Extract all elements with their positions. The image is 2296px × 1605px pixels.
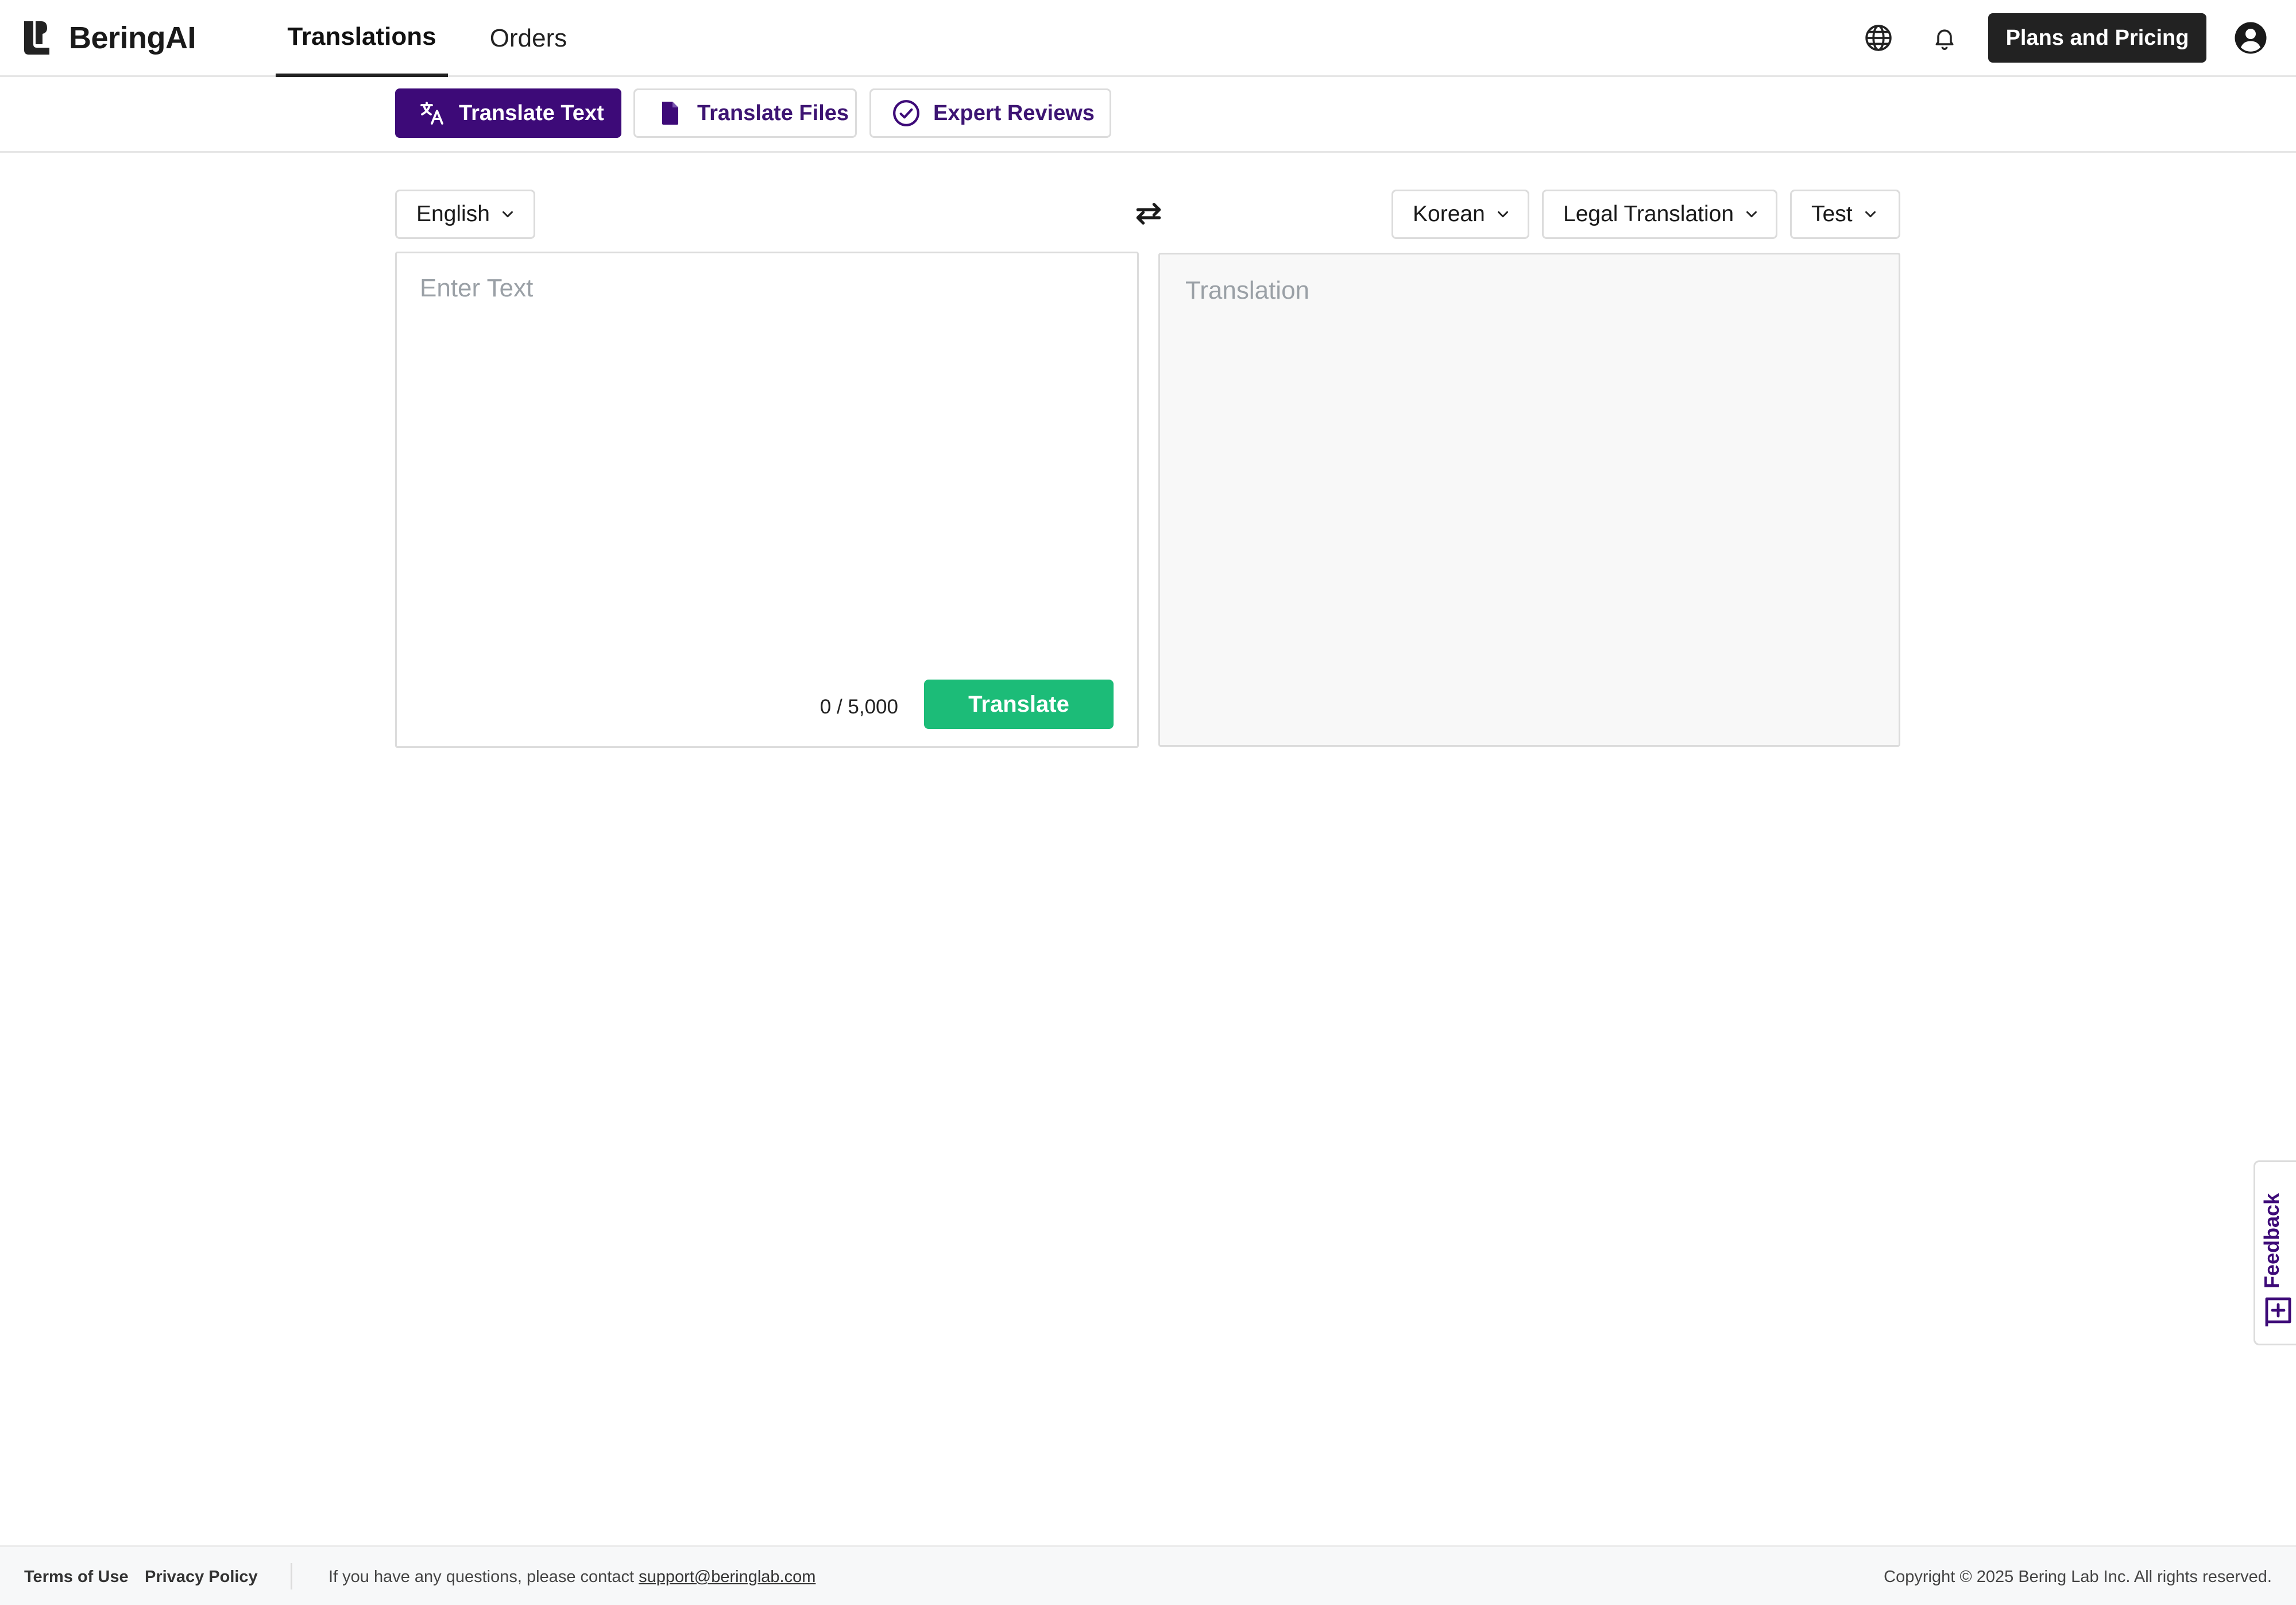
tab-translate-files-label: Translate Files: [697, 101, 849, 125]
tab-translate-text[interactable]: Translate Text: [395, 88, 621, 138]
source-text-panel: 0 / 5,000 Translate: [395, 252, 1139, 748]
translation-placeholder: Translation: [1185, 276, 1310, 304]
feedback-tab[interactable]: Feedback: [2254, 1160, 2296, 1345]
page-footer: Terms of Use Privacy Policy If you have …: [0, 1545, 2296, 1605]
chevron-down-icon: [1865, 211, 1876, 218]
chevron-down-icon: [1497, 211, 1508, 218]
copyright-text: Copyright © 2025 Bering Lab Inc. All rig…: [1884, 1568, 2272, 1586]
support-contact-text: If you have any questions, please contac…: [328, 1568, 815, 1587]
translation-output-panel: Translation: [1158, 253, 1900, 747]
chevron-down-icon: [502, 211, 513, 218]
swap-icon: [1136, 203, 1161, 225]
tab-expert-reviews-label: Expert Reviews: [933, 101, 1095, 125]
tab-translate-text-label: Translate Text: [459, 101, 604, 125]
tab-expert-reviews[interactable]: Expert Reviews: [869, 88, 1111, 138]
chevron-down-icon: [1746, 211, 1757, 218]
user-circle-icon: [2235, 22, 2267, 54]
swap-languages-button[interactable]: [1130, 195, 1167, 232]
file-icon: [662, 102, 678, 125]
notifications-button[interactable]: [1922, 15, 1968, 61]
plans-and-pricing-button[interactable]: Plans and Pricing: [1988, 13, 2206, 63]
language-button[interactable]: [1856, 15, 1901, 61]
top-navbar: BeringAI Translations Orders Plans and P…: [0, 0, 2296, 77]
source-language-select[interactable]: English: [395, 190, 535, 239]
translation-domain-select[interactable]: Legal Translation: [1542, 190, 1777, 239]
translate-icon: [420, 102, 443, 125]
glossary-profile-value: Test: [1811, 202, 1853, 226]
target-language-select[interactable]: Korean: [1391, 190, 1529, 239]
translation-domain-value: Legal Translation: [1563, 202, 1734, 226]
footer-divider: [291, 1563, 292, 1589]
translate-button[interactable]: Translate: [924, 680, 1114, 729]
globe-icon: [1865, 25, 1892, 51]
tab-translate-files[interactable]: Translate Files: [633, 88, 857, 138]
brand-logo[interactable]: BeringAI: [22, 19, 196, 57]
privacy-policy-link[interactable]: Privacy Policy: [145, 1568, 258, 1587]
user-menu-button[interactable]: [2228, 15, 2274, 61]
glossary-profile-select[interactable]: Test: [1790, 190, 1900, 239]
bell-icon: [1935, 29, 1954, 50]
source-text-input[interactable]: [420, 274, 1109, 676]
source-language-value: English: [416, 202, 490, 226]
terms-of-use-link[interactable]: Terms of Use: [24, 1568, 129, 1587]
feedback-plus-icon: [2265, 1297, 2291, 1326]
check-circle-icon: [893, 100, 919, 126]
character-count: 0 / 5,000: [820, 696, 898, 718]
nav-tab-translations[interactable]: Translations: [276, 0, 448, 77]
support-contact-prefix: If you have any questions, please contac…: [328, 1568, 639, 1586]
translation-mode-tabs: Translate Text Translate Files Expert Re…: [0, 77, 2296, 153]
feedback-label: Feedback: [2260, 1193, 2283, 1288]
nav-tab-orders[interactable]: Orders: [471, 0, 586, 77]
support-email-link[interactable]: support@beringlab.com: [639, 1568, 815, 1586]
target-language-value: Korean: [1413, 202, 1485, 226]
bering-logo-icon: [24, 21, 49, 55]
brand-name: BeringAI: [69, 21, 196, 55]
